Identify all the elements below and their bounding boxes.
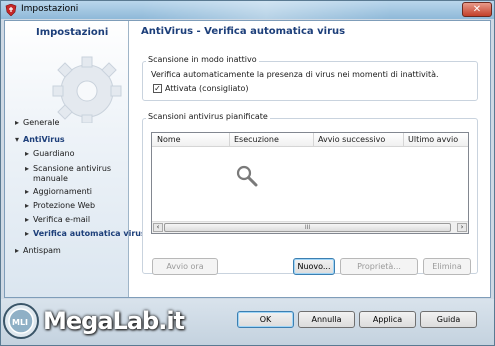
nav-item-antivirus[interactable]: ▾ AntiVirus — [15, 135, 65, 145]
cancel-button[interactable]: Annulla — [298, 311, 355, 328]
scrollbar-thumb[interactable]: III — [164, 223, 451, 232]
idle-scan-checkbox-label[interactable]: Attivata (consigliato) — [165, 84, 249, 93]
scheduled-scans-table[interactable]: Nome Esecuzione Avvio successivo Ultimo … — [151, 132, 469, 234]
page-title: AntiVirus - Verifica automatica virus — [141, 26, 346, 37]
chevron-right-icon: ▸ — [25, 164, 30, 173]
run-now-button[interactable]: Avvio ora — [152, 258, 218, 275]
scroll-left-button[interactable]: ‹ — [153, 223, 163, 232]
new-button[interactable]: Nuovo... — [293, 258, 335, 275]
table-header: Nome Esecuzione Avvio successivo Ultimo … — [152, 133, 468, 147]
title-bar[interactable]: Impostazioni ✕ — [1, 1, 494, 19]
gear-icon — [52, 56, 122, 123]
column-header-ultimo-avvio[interactable]: Ultimo avvio — [408, 135, 458, 144]
chevron-right-icon: ▸ — [25, 229, 30, 238]
scroll-right-button[interactable]: › — [457, 223, 467, 232]
ok-button[interactable]: OK — [237, 311, 294, 328]
column-divider[interactable] — [313, 133, 314, 147]
column-header-avvio-successivo[interactable]: Avvio successivo — [318, 135, 385, 144]
column-divider[interactable] — [229, 133, 230, 147]
magnifier-icon — [236, 165, 258, 187]
idle-scan-description: Verifica automaticamente la presenza di … — [151, 70, 439, 79]
nav-item-label: Antispam — [23, 246, 61, 255]
nav-item-label: Protezione Web — [33, 201, 96, 210]
nav-item-label: Generale — [23, 118, 60, 127]
properties-button[interactable]: Proprietà... — [340, 258, 418, 275]
scheduled-scans-group-label: Scansioni antivirus pianificate — [146, 112, 270, 121]
nav-item-antispam[interactable]: ▸ Antispam — [15, 246, 61, 256]
column-header-esecuzione[interactable]: Esecuzione — [234, 135, 279, 144]
chevron-right-icon: ▸ — [15, 246, 20, 255]
apply-button[interactable]: Applica — [359, 311, 416, 328]
window-title: Impostazioni — [21, 4, 79, 14]
idle-scan-group-label: Scansione in modo inattivo — [146, 55, 259, 64]
nav-item-scansione-manuale[interactable]: ▸ Scansione antivirus manuale — [25, 164, 125, 184]
idle-scan-group — [142, 61, 478, 101]
chevron-right-icon: ▸ — [25, 215, 30, 224]
nav-item-label: Verifica automatica virus — [33, 229, 146, 238]
chevron-right-icon: ▸ — [25, 187, 30, 196]
nav-item-protezione-web[interactable]: ▸ Protezione Web — [25, 201, 95, 211]
settings-nav: Impostazioni ▸ Generale ▾ AntiVirus ▸ Gu… — [5, 21, 146, 297]
nav-item-generale[interactable]: ▸ Generale — [15, 118, 59, 128]
nav-item-label: Verifica e-mail — [33, 215, 91, 224]
watermark-text: MegaLab.it — [43, 307, 185, 335]
nav-item-aggiornamenti[interactable]: ▸ Aggiornamenti — [25, 187, 92, 197]
nav-item-label: Guardiano — [33, 149, 75, 158]
client-area: Impostazioni ▸ Generale ▾ AntiVirus ▸ Gu… — [4, 20, 491, 298]
help-button[interactable]: Guida — [420, 311, 477, 328]
main-panel: AntiVirus - Verifica automatica virus Sc… — [130, 21, 490, 297]
nav-item-verifica-email[interactable]: ▸ Verifica e-mail — [25, 215, 90, 225]
logo-badge-text: MLI — [12, 318, 28, 327]
column-divider[interactable] — [403, 133, 404, 147]
idle-scan-checkbox[interactable]: ✓ — [153, 84, 162, 93]
close-button[interactable]: ✕ — [462, 2, 492, 17]
title-bar-glow — [141, 1, 391, 19]
chevron-down-icon: ▾ — [15, 135, 20, 144]
nav-item-label: AntiVirus — [23, 135, 65, 144]
horizontal-scrollbar[interactable]: ‹ III › — [152, 221, 468, 233]
chevron-right-icon: ▸ — [25, 149, 30, 158]
settings-window: Impostazioni ✕ Impostazioni ▸ Generale ▾… — [0, 0, 495, 346]
shield-app-icon — [5, 4, 17, 16]
nav-item-verifica-automatica[interactable]: ▸ Verifica automatica virus — [25, 229, 146, 239]
nav-item-label: Aggiornamenti — [33, 187, 93, 196]
nav-header: Impostazioni — [36, 27, 109, 38]
nav-item-guardiano[interactable]: ▸ Guardiano — [25, 149, 75, 159]
nav-item-label: Scansione antivirus manuale — [33, 164, 112, 183]
chevron-right-icon: ▸ — [15, 118, 20, 127]
chevron-right-icon: ▸ — [25, 201, 30, 210]
column-header-nome[interactable]: Nome — [157, 135, 181, 144]
delete-button[interactable]: Elimina — [423, 258, 471, 275]
